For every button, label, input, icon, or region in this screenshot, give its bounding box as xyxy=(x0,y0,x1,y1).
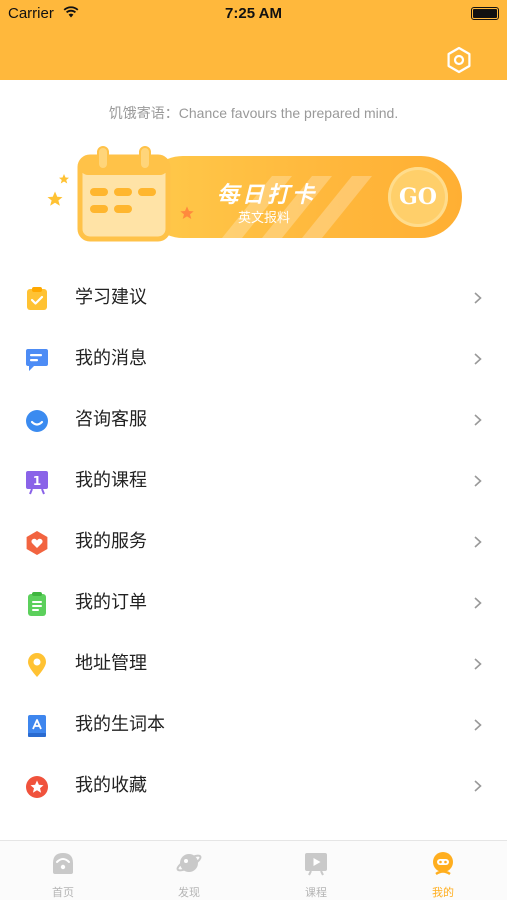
message-icon xyxy=(26,349,48,371)
chevron-right-icon xyxy=(474,414,482,426)
star-decoration-icon xyxy=(59,174,69,184)
vocabulary-book-icon xyxy=(28,715,46,737)
daily-checkin-banner[interactable]: 每日打卡 英文报料 GO xyxy=(42,135,472,250)
chevron-right-icon xyxy=(474,353,482,365)
home-icon xyxy=(53,853,73,874)
menu-item-label: 我的服务 xyxy=(75,531,147,552)
header-bar: Carrier 7:25 AM xyxy=(0,0,507,80)
menu-list: 学习建议 我的消息 咨询客服 1 我的课程 我的服务 我的订单 地址管理 我的生… xyxy=(0,268,507,817)
motto-text: 饥饿寄语：Chance favours the prepared mind. xyxy=(108,105,399,121)
chevron-right-icon xyxy=(474,719,482,731)
tab-label: 课程 xyxy=(305,886,327,899)
banner-title: 每日打卡 xyxy=(217,183,318,208)
svg-text:1: 1 xyxy=(33,474,41,488)
menu-item-label: 学习建议 xyxy=(75,287,147,308)
menu-item-favorites[interactable]: 我的收藏 xyxy=(0,756,507,817)
menu-item-label: 我的订单 xyxy=(75,592,147,613)
menu-item-vocabulary-book[interactable]: 我的生词本 xyxy=(0,695,507,756)
chevron-right-icon xyxy=(474,780,482,792)
menu-item-label: 我的生词本 xyxy=(75,714,165,735)
clock-label: 7:25 AM xyxy=(225,5,282,22)
tab-label: 首页 xyxy=(52,886,74,899)
discover-planet-icon xyxy=(176,854,202,872)
profile-icon xyxy=(433,852,453,876)
banner-subtitle: 英文报料 xyxy=(238,211,291,226)
location-pin-icon xyxy=(28,653,46,677)
tab-home[interactable]: 首页 xyxy=(0,841,126,900)
menu-item-label: 咨询客服 xyxy=(75,409,147,430)
chevron-right-icon xyxy=(474,475,482,487)
menu-item-my-courses[interactable]: 1 我的课程 xyxy=(0,451,507,512)
chevron-right-icon xyxy=(474,536,482,548)
menu-item-label: 地址管理 xyxy=(75,653,147,674)
favorite-star-icon xyxy=(26,776,48,798)
calendar-icon xyxy=(77,146,171,242)
customer-service-icon xyxy=(26,410,48,432)
tab-label: 我的 xyxy=(432,886,454,899)
star-decoration-icon xyxy=(180,206,194,219)
clipboard-icon xyxy=(27,287,47,310)
chevron-right-icon xyxy=(474,658,482,670)
battery-icon xyxy=(471,7,499,20)
course-board-icon: 1 xyxy=(26,471,48,495)
settings-icon[interactable] xyxy=(444,45,474,75)
menu-item-my-orders[interactable]: 我的订单 xyxy=(0,573,507,634)
order-list-icon xyxy=(28,592,46,616)
menu-item-messages[interactable]: 我的消息 xyxy=(0,329,507,390)
menu-item-label: 我的收藏 xyxy=(75,775,147,796)
service-heart-icon xyxy=(26,531,48,555)
chevron-right-icon xyxy=(474,597,482,609)
course-play-icon xyxy=(305,853,327,876)
menu-item-label: 我的课程 xyxy=(75,470,147,491)
star-decoration-icon xyxy=(47,191,63,206)
tab-label: 发现 xyxy=(178,886,200,899)
chevron-right-icon xyxy=(474,292,482,304)
menu-item-label: 我的消息 xyxy=(75,348,147,369)
go-button[interactable]: GO xyxy=(388,167,448,227)
menu-item-my-services[interactable]: 我的服务 xyxy=(0,512,507,573)
tab-discover[interactable]: 发现 xyxy=(126,841,252,900)
tab-profile[interactable]: 我的 xyxy=(380,841,506,900)
status-bar: Carrier 7:25 AM xyxy=(0,0,507,28)
menu-item-address-management[interactable]: 地址管理 xyxy=(0,634,507,695)
menu-item-customer-service[interactable]: 咨询客服 xyxy=(0,390,507,451)
menu-item-study-advice[interactable]: 学习建议 xyxy=(0,268,507,329)
tab-courses[interactable]: 课程 xyxy=(253,841,379,900)
tab-bar: 首页 发现 课程 我的 xyxy=(0,840,507,900)
